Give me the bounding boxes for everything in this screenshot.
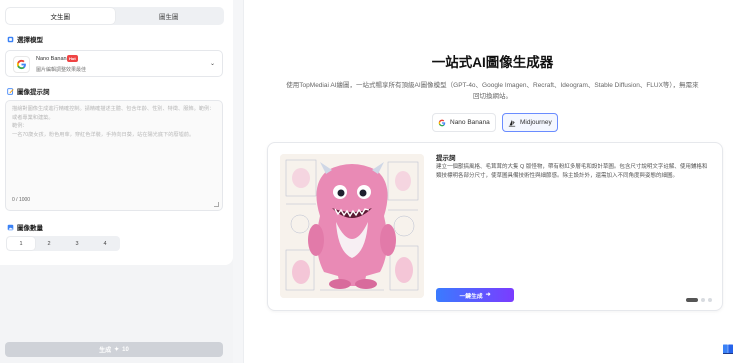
image-icon — [7, 224, 14, 230]
count-option-1[interactable]: 1 — [7, 237, 35, 250]
prompt-placeholder: 描繪對圖像生成進行精確控制。請精確描述主體、包含年齡、性別、特徵、服飾。範例：或… — [12, 106, 215, 138]
count-section-label: 圖像數量 — [17, 225, 43, 232]
credit-icon: ✦ — [114, 347, 120, 353]
edit-icon — [7, 87, 14, 95]
one-click-generate-label: 一鍵生成 — [459, 293, 483, 300]
tab-text-to-image[interactable]: 文生圖 — [6, 8, 115, 24]
midjourney-icon — [508, 119, 516, 127]
generate-cost: 10 — [122, 346, 129, 353]
book-icon[interactable] — [722, 343, 734, 355]
page-title: 一站式AI圖像生成器 — [431, 55, 554, 70]
carousel-dot-1[interactable] — [686, 298, 698, 302]
count-section-title: 圖像數量 — [7, 222, 43, 232]
chip-nano-banana-label: Nano Banana — [450, 119, 490, 126]
page-subtitle: 使用TopMediai AI繪圖，一站式暢享所有頂級AI圖像模型（GPT-4o、… — [286, 82, 699, 100]
cube-icon — [7, 36, 14, 42]
google-icon — [13, 56, 30, 73]
settings-panel: 文生圖 圖生圖 選擇模型 Nano Banana Hot 圖片編輯調整效果最佳 — [0, 0, 233, 363]
count-option-4[interactable]: 4 — [91, 237, 119, 250]
model-section-label: 選擇模型 — [17, 37, 43, 44]
resize-handle[interactable] — [214, 202, 219, 207]
example-prompt-text: 建立一個獸搞風格、毛茸茸的大隻 Q 版怪物，帶有粉紅多層毛和設計草圖。包含尺寸說… — [436, 164, 708, 179]
carousel-dots — [686, 298, 712, 302]
hot-badge: Hot — [67, 55, 78, 62]
chip-nano-banana[interactable]: Nano Banana — [432, 113, 496, 132]
generate-label: 生成 — [99, 348, 112, 354]
settings-card: 文生圖 圖生圖 選擇模型 Nano Banana Hot 圖片編輯調整效果最佳 — [0, 0, 233, 265]
generate-button[interactable]: 生成 ✦ 10 — [5, 342, 223, 357]
example-card: 提示詞 建立一個獸搞風格、毛茸茸的大隻 Q 版怪物，帶有粉紅多層毛和設計草圖。包… — [267, 142, 723, 311]
arrow-right-icon: ➜ — [485, 292, 491, 298]
example-image — [280, 154, 424, 298]
google-icon — [438, 119, 446, 126]
model-select[interactable]: Nano Banana Hot 圖片編輯調整效果最佳 ⌄ — [5, 50, 223, 77]
count-option-2[interactable]: 2 — [35, 237, 63, 250]
one-click-generate-button[interactable]: 一鍵生成 ➜ — [436, 288, 514, 302]
count-option-3[interactable]: 3 — [63, 237, 91, 250]
chevron-down-icon: ⌄ — [209, 61, 215, 67]
example-title: 提示詞 — [436, 155, 456, 162]
model-name: Nano Banana — [36, 56, 70, 62]
main-content: 一站式AI圖像生成器 使用TopMediai AI繪圖，一站式暢享所有頂級AI圖… — [243, 0, 740, 363]
model-description: 圖片編輯調整效果最佳 — [36, 67, 87, 73]
prompt-textarea[interactable]: 描繪對圖像生成進行精確控制。請精確描述主體、包含年齡、性別、特徵、服飾。範例：或… — [5, 100, 223, 211]
carousel-dot-2[interactable] — [701, 298, 705, 302]
chip-midjourney[interactable]: Midjourney — [502, 113, 558, 132]
prompt-section-title: 圖像提示詞 — [7, 86, 50, 96]
prompt-section-label: 圖像提示詞 — [17, 89, 50, 96]
carousel-dot-3[interactable] — [708, 298, 712, 302]
image-count-selector: 1 2 3 4 — [6, 236, 120, 251]
chip-midjourney-label: Midjourney — [520, 119, 552, 126]
char-counter: 0 / 1000 — [12, 197, 31, 203]
tab-image-to-image[interactable]: 圖生圖 — [115, 8, 224, 24]
model-section-title: 選擇模型 — [7, 34, 43, 44]
mode-tabs: 文生圖 圖生圖 — [5, 7, 224, 25]
